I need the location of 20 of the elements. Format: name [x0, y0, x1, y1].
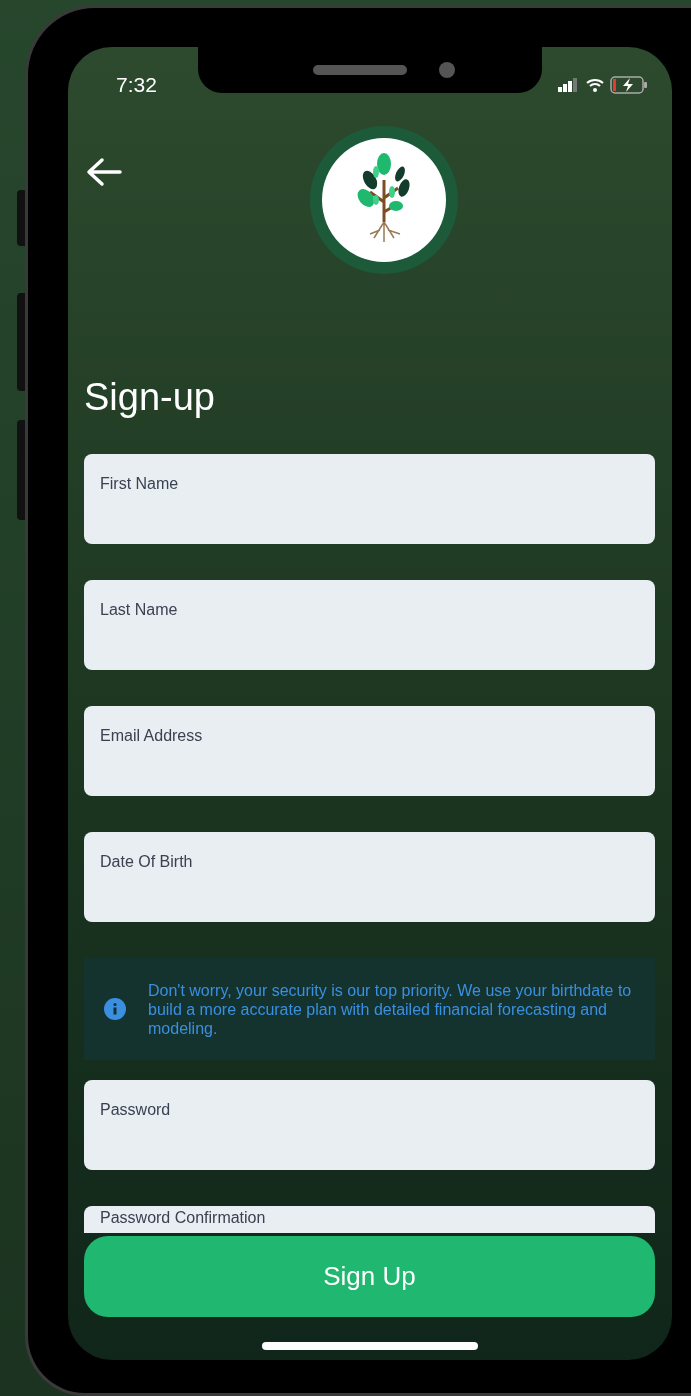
- notice-text: Don't worry, your security is our top priority. We use your birthdate to build a more accurate plan with detailed financial forecasting and modeling.: [148, 980, 633, 1038]
- field-label: Password: [100, 1101, 171, 1118]
- input-field[interactable]: Date Of Birth: [84, 832, 655, 922]
- input-field[interactable]: Password: [84, 1080, 655, 1170]
- wifi-icon: [586, 78, 604, 92]
- signal-icon: [558, 78, 580, 92]
- page-title: Sign-up: [84, 378, 216, 416]
- status-time: 7:32: [116, 72, 157, 99]
- field-label: Email Address: [100, 727, 203, 744]
- back-arrow-icon[interactable]: [86, 157, 122, 187]
- field-label: Password Confirmation: [100, 1209, 266, 1226]
- input-field[interactable]: Password Confirmation: [84, 1206, 655, 1233]
- info-icon: [104, 998, 126, 1020]
- field-label: First Name: [100, 475, 179, 492]
- input-field[interactable]: First Name: [84, 454, 655, 544]
- field-label: Last Name: [100, 601, 178, 618]
- input-field[interactable]: Last Name: [84, 580, 655, 670]
- input-field[interactable]: Email Address: [84, 706, 655, 796]
- field-label: Date Of Birth: [100, 853, 193, 870]
- battery-charging-icon: [610, 76, 648, 94]
